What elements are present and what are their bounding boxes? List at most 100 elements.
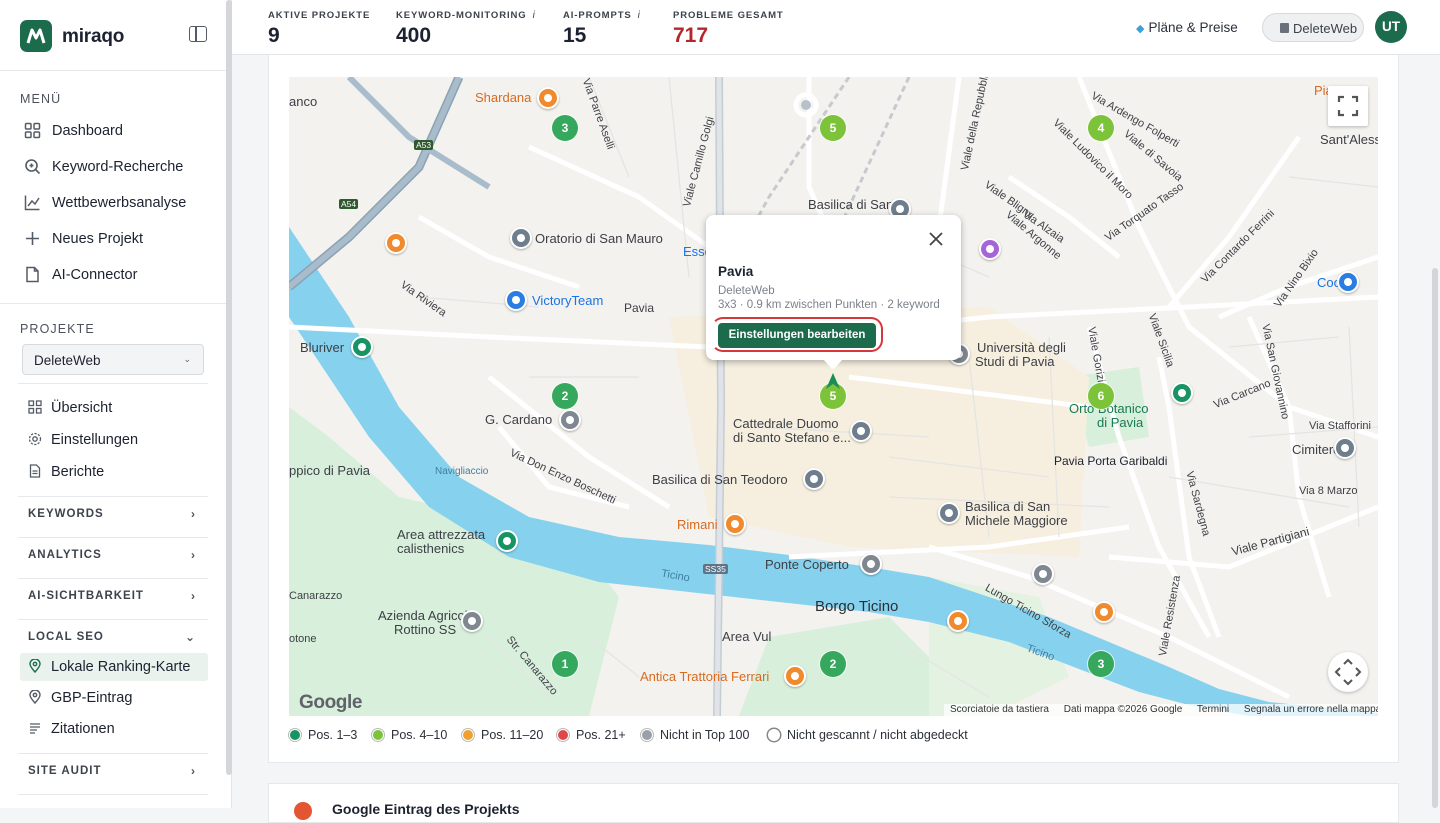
ranking-map[interactable]: Shardana Oratorio di San Mauro VictoryTe… xyxy=(289,77,1378,716)
map-label: Area Vul xyxy=(722,629,772,644)
stat-label: KEYWORD-MONITORING i xyxy=(396,10,536,21)
restaurant-pin-icon[interactable] xyxy=(947,610,969,632)
place-pin-icon[interactable] xyxy=(461,610,483,632)
legend-label: Pos. 4–10 xyxy=(391,728,448,742)
nav-wettbewerbsanalyse[interactable]: Wettbewerbsanalyse xyxy=(20,189,210,217)
church-pin-icon[interactable] xyxy=(850,420,872,442)
divider xyxy=(18,578,208,579)
map-label: Studi di Pavia xyxy=(975,354,1055,369)
place-pin-icon[interactable] xyxy=(1171,382,1193,404)
sport-pin-icon[interactable] xyxy=(505,289,527,311)
attribution-link[interactable]: Termini xyxy=(1197,704,1229,715)
search-icon xyxy=(25,159,41,175)
nav-label: Übersicht xyxy=(51,400,113,416)
sidebar: miraqo MENÜ Dashboard Keyword-Recherche … xyxy=(0,0,232,808)
local-nav-gbp-eintrag[interactable]: GBP-Eintrag xyxy=(20,684,208,712)
project-nav-einstellungen[interactable]: Einstellungen xyxy=(20,426,208,454)
rank-marker[interactable]: 4 xyxy=(1088,115,1114,141)
divider xyxy=(18,619,208,620)
restaurant-pin-icon[interactable] xyxy=(724,513,746,535)
nav-dashboard[interactable]: Dashboard xyxy=(20,117,210,145)
school-pin-icon[interactable] xyxy=(1032,563,1054,585)
local-nav-zitationen[interactable]: Zitationen xyxy=(20,715,208,743)
attribution-link[interactable]: Segnala un errore nella mappa xyxy=(1244,704,1378,715)
map-label: Pavia Porta Garibaldi xyxy=(1054,454,1168,468)
restaurant-pin-icon[interactable] xyxy=(784,665,806,687)
road-shield: A53 xyxy=(414,140,434,150)
rank-marker[interactable]: 5 xyxy=(820,115,846,141)
map-info-popup: Pavia DeleteWeb 3x3 · 0.9 km zwischen Pu… xyxy=(706,215,961,370)
nav-label: Einstellungen xyxy=(51,432,139,448)
map-label: Michele Maggiore xyxy=(965,513,1068,528)
legend-label: Pos. 1–3 xyxy=(308,728,358,742)
legend-swatch xyxy=(557,729,569,741)
rank-marker[interactable]: 2 xyxy=(552,383,578,409)
group-label: LOCAL SEO xyxy=(28,631,104,643)
info-icon[interactable]: i xyxy=(533,10,536,21)
legend-swatch xyxy=(768,729,780,741)
school-pin-icon[interactable] xyxy=(559,409,581,431)
shop-pin-icon[interactable] xyxy=(1337,271,1359,293)
place-pin-icon[interactable] xyxy=(351,336,373,358)
group-label: AI-SICHTBARKEIT xyxy=(28,590,144,602)
map-label: Rimani xyxy=(677,517,718,532)
nav-ai-connector[interactable]: AI-Connector xyxy=(20,261,210,289)
project-nav-berichte[interactable]: Berichte xyxy=(20,458,208,486)
museum-pin-icon[interactable] xyxy=(979,238,1001,260)
fullscreen-icon xyxy=(1337,95,1359,117)
stat-label: AI-PROMPTS i xyxy=(563,10,641,21)
place-pin-icon[interactable] xyxy=(496,530,518,552)
pin-icon xyxy=(29,690,41,704)
rank-marker[interactable]: 3 xyxy=(1088,651,1114,677)
divider xyxy=(0,303,226,304)
close-icon[interactable] xyxy=(927,230,945,248)
avatar[interactable]: UT xyxy=(1375,11,1407,43)
map-label: G. Cardano xyxy=(485,412,553,427)
info-icon[interactable]: i xyxy=(638,10,641,21)
stat-label-text: AI-PROMPTS xyxy=(563,10,632,21)
legend-swatch xyxy=(462,729,474,741)
attribution-link[interactable]: Scorciatoie da tastiera xyxy=(950,704,1049,715)
divider xyxy=(18,383,208,384)
rank-marker[interactable]: 6 xyxy=(1088,383,1114,409)
nav-keyword-recherche[interactable]: Keyword-Recherche xyxy=(20,153,210,181)
map-label: Università degli xyxy=(977,340,1066,355)
rank-marker[interactable]: 2 xyxy=(820,651,846,677)
sidebar-scrollbar[interactable] xyxy=(226,0,232,775)
sidebar-collapse-icon[interactable] xyxy=(189,26,207,42)
plans-pricing-link[interactable]: ◆ Pläne & Preise xyxy=(1136,20,1238,35)
fullscreen-button[interactable] xyxy=(1328,86,1368,126)
restaurant-pin-icon[interactable] xyxy=(537,87,559,109)
cemetery-pin-icon[interactable] xyxy=(1334,437,1356,459)
restaurant-pin-icon[interactable] xyxy=(385,232,407,254)
workspace-button[interactable]: DeleteWeb xyxy=(1262,13,1364,42)
stat-value: 15 xyxy=(563,24,587,47)
legend-label: Pos. 21+ xyxy=(576,728,626,742)
brand-logo[interactable]: miraqo xyxy=(20,20,212,52)
main-scrollbar[interactable] xyxy=(1432,268,1438,808)
church-pin-icon[interactable] xyxy=(803,468,825,490)
group-keywords[interactable]: KEYWORDS › xyxy=(28,507,200,521)
map-label: otone xyxy=(289,633,317,645)
map-label: Pavia xyxy=(624,301,655,315)
map-pan-control[interactable] xyxy=(1328,652,1368,692)
local-nav-ranking-karte[interactable]: Lokale Ranking-Karte xyxy=(20,653,208,681)
nav-neues-projekt[interactable]: Neues Projekt xyxy=(20,225,210,253)
group-site-audit[interactable]: SITE AUDIT › xyxy=(28,764,200,778)
nav-label: Lokale Ranking-Karte xyxy=(51,659,191,675)
bar-pin-icon[interactable] xyxy=(1093,601,1115,623)
church-pin-icon[interactable] xyxy=(510,227,532,249)
menu-section-label: MENÜ xyxy=(20,92,62,106)
project-select[interactable]: DeleteWeb ⌄ xyxy=(22,344,204,375)
group-local-seo[interactable]: LOCAL SEO ⌄ xyxy=(28,630,200,644)
group-ai-sichtbarkeit[interactable]: AI-SICHTBARKEIT › xyxy=(28,589,200,603)
nav-label: Neues Projekt xyxy=(52,231,144,247)
church-pin-icon[interactable] xyxy=(938,502,960,524)
rank-marker[interactable]: 1 xyxy=(552,651,578,677)
edit-settings-button[interactable]: Einstellungen bearbeiten xyxy=(718,323,876,348)
landmark-pin-icon[interactable] xyxy=(860,553,882,575)
group-analytics[interactable]: ANALYTICS › xyxy=(28,548,200,562)
rank-marker[interactable]: 3 xyxy=(552,115,578,141)
project-nav-uebersicht[interactable]: Übersicht xyxy=(20,394,208,422)
chevron-down-icon: ⌄ xyxy=(184,630,196,644)
